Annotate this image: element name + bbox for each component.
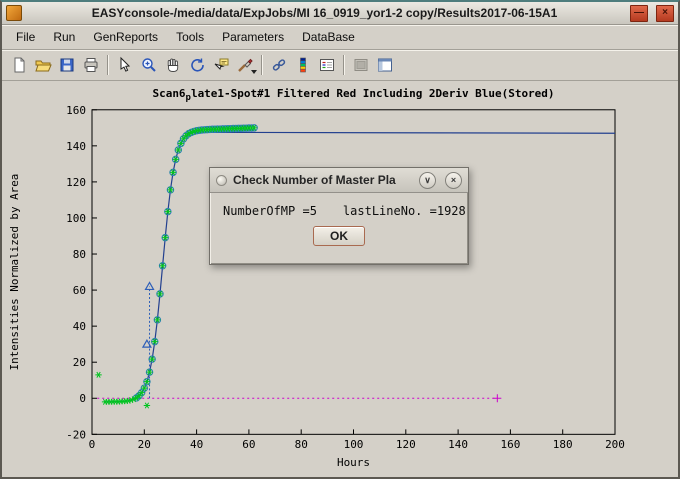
ok-button[interactable]: OK xyxy=(313,226,365,246)
show-plot-tools-button[interactable] xyxy=(373,53,397,77)
app-window: EASYconsole-/media/data/ExpJobs/MI 16_09… xyxy=(0,0,680,479)
arrow-cursor-icon xyxy=(116,56,134,74)
figure-area: 020406080100120140160180200-200204060801… xyxy=(2,81,678,477)
new-figure-icon xyxy=(10,56,28,74)
insert-legend-button[interactable] xyxy=(315,53,339,77)
svg-text:Intensities Normalized by Area: Intensities Normalized by Area xyxy=(8,174,21,371)
close-button[interactable]: × xyxy=(656,5,674,22)
svg-text:140: 140 xyxy=(448,438,468,451)
svg-text:60: 60 xyxy=(242,438,255,451)
menu-tools[interactable]: Tools xyxy=(168,27,212,47)
toolbar xyxy=(2,50,678,81)
hide-plot-tools-button[interactable] xyxy=(349,53,373,77)
svg-text:160: 160 xyxy=(500,438,520,451)
window-titlebar[interactable]: EASYconsole-/media/data/ExpJobs/MI 16_09… xyxy=(2,2,678,25)
colorbar-icon xyxy=(294,56,312,74)
open-file-button[interactable] xyxy=(31,53,55,77)
data-cursor-icon xyxy=(212,56,230,74)
dialog-rollup-button[interactable]: ∨ xyxy=(419,172,436,189)
rotate-icon xyxy=(188,56,206,74)
svg-text:180: 180 xyxy=(553,438,573,451)
menu-run[interactable]: Run xyxy=(45,27,83,47)
link-chain-icon xyxy=(270,56,288,74)
pan-button[interactable] xyxy=(161,53,185,77)
hide-plot-tools-icon xyxy=(352,56,370,74)
svg-text:20: 20 xyxy=(138,438,151,451)
dialog-body: NumberOfMP =5 lastLineNo. =1928 OK xyxy=(210,193,468,246)
svg-text:100: 100 xyxy=(66,212,86,225)
number-of-mp-value: NumberOfMP =5 xyxy=(223,204,317,218)
svg-text:60: 60 xyxy=(73,284,86,297)
zoom-in-button[interactable] xyxy=(137,53,161,77)
window-title: EASYconsole-/media/data/ExpJobs/MI 16_09… xyxy=(27,6,622,20)
svg-text:120: 120 xyxy=(66,176,86,189)
brush-button[interactable] xyxy=(233,53,257,77)
toolbar-separator xyxy=(343,55,345,75)
show-plot-tools-icon xyxy=(376,56,394,74)
printer-icon xyxy=(82,56,100,74)
new-figure-button[interactable] xyxy=(7,53,31,77)
svg-text:140: 140 xyxy=(66,140,86,153)
svg-text:80: 80 xyxy=(73,248,86,261)
brush-dropdown-caret-icon[interactable] xyxy=(251,70,257,74)
svg-text:160: 160 xyxy=(66,104,86,117)
menu-file[interactable]: File xyxy=(8,27,43,47)
dialog-message: NumberOfMP =5 lastLineNo. =1928 xyxy=(223,204,455,218)
dialog-close-button[interactable]: × xyxy=(445,172,462,189)
zoom-in-icon xyxy=(140,56,158,74)
menu-genreports[interactable]: GenReports xyxy=(85,27,166,47)
link-plot-button[interactable] xyxy=(267,53,291,77)
last-line-no-value: lastLineNo. =1928 xyxy=(343,204,466,218)
svg-text:200: 200 xyxy=(605,438,625,451)
menubar: File Run GenReports Tools Parameters Dat… xyxy=(2,25,678,50)
save-floppy-icon xyxy=(58,56,76,74)
open-folder-icon xyxy=(34,56,52,74)
print-figure-button[interactable] xyxy=(79,53,103,77)
legend-icon xyxy=(318,56,336,74)
svg-text:20: 20 xyxy=(73,356,86,369)
svg-text:-20: -20 xyxy=(66,428,86,441)
menu-parameters[interactable]: Parameters xyxy=(214,27,292,47)
svg-text:80: 80 xyxy=(295,438,308,451)
svg-text:0: 0 xyxy=(79,392,86,405)
save-figure-button[interactable] xyxy=(55,53,79,77)
svg-text:0: 0 xyxy=(89,438,96,451)
svg-text:100: 100 xyxy=(344,438,364,451)
edit-plot-button[interactable] xyxy=(113,53,137,77)
svg-text:40: 40 xyxy=(190,438,203,451)
data-cursor-button[interactable] xyxy=(209,53,233,77)
dialog-titlebar[interactable]: Check Number of Master Pla ∨ × xyxy=(210,168,468,193)
dialog-title: Check Number of Master Pla xyxy=(233,173,410,187)
svg-text:120: 120 xyxy=(396,438,416,451)
hand-icon xyxy=(164,56,182,74)
rotate-3d-button[interactable] xyxy=(185,53,209,77)
menu-database[interactable]: DataBase xyxy=(294,27,363,47)
minimize-button[interactable]: — xyxy=(630,5,648,22)
insert-colorbar-button[interactable] xyxy=(291,53,315,77)
dialog-icon xyxy=(216,175,227,186)
svg-text:Scan6plate1-Spot#1 Filtered Re: Scan6plate1-Spot#1 Filtered Red Includin… xyxy=(152,87,554,103)
chart[interactable]: 020406080100120140160180200-200204060801… xyxy=(2,81,678,477)
app-icon xyxy=(6,5,22,21)
toolbar-separator xyxy=(107,55,109,75)
toolbar-separator xyxy=(261,55,263,75)
dialog-check-number-of-master-plates: Check Number of Master Pla ∨ × NumberOfM… xyxy=(209,167,469,265)
svg-text:40: 40 xyxy=(73,320,86,333)
svg-text:Hours: Hours xyxy=(337,456,370,469)
